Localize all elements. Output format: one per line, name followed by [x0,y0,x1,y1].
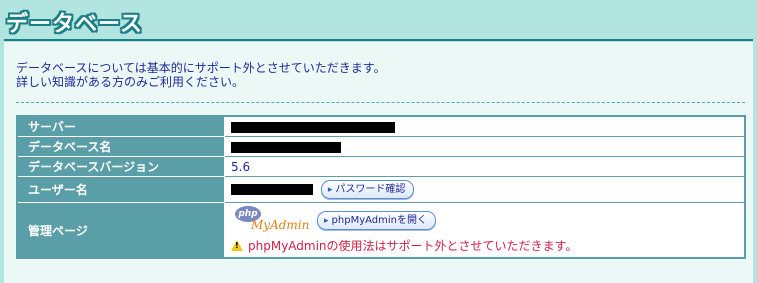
row-admin: 管理ページ php MyAdmin ▸phpMyAdminを開く phpMyAd… [16,202,746,259]
db-version-value: 5.6 [224,156,746,177]
content-panel: データベースについては基本的にサポート外とさせていただきます。 詳しい知識がある… [4,42,753,283]
db-name-value [224,136,746,157]
description-line-2: 詳しい知識がある方のみご利用ください。 [16,75,245,89]
user-value: ▸ パスワード確認 [224,176,746,203]
db-name-label: データベース名 [16,136,225,157]
admin-value: php MyAdmin ▸phpMyAdminを開く phpMyAdminの使用… [224,202,746,259]
chevron-right-icon: ▸ [327,185,333,195]
password-confirm-button[interactable]: ▸ パスワード確認 [320,180,415,199]
phpmyadmin-logo-text: MyAdmin [251,218,310,232]
description-line-1: データベースについては基本的にサポート外とさせていただきます。 [16,61,386,75]
row-server: サーバー [16,115,746,137]
row-user: ユーザー名 ▸ パスワード確認 [16,176,746,203]
redacted-db-name [231,141,341,153]
db-version-label: データベースバージョン [16,156,225,177]
row-db-name: データベース名 [16,136,746,157]
row-db-version: データベースバージョン 5.6 [16,156,746,177]
server-value [224,115,746,137]
dotted-divider [16,102,745,103]
description: データベースについては基本的にサポート外とさせていただきます。 詳しい知識がある… [16,61,386,89]
title-divider [4,39,753,41]
title-bar: データベース [0,0,757,40]
warning-icon [231,240,243,251]
database-info-table: サーバー データベース名 データベースバージョン 5.6 ユーザー名 ▸ パスワー… [16,115,746,259]
warning-text: phpMyAdminの使用法はサポート外とさせていただきます。 [248,239,578,253]
phpmyadmin-logo[interactable]: php MyAdmin [231,206,327,234]
redacted-user [231,184,313,195]
redacted-server [231,121,395,133]
admin-label: 管理ページ [16,202,225,259]
warning-message: phpMyAdminの使用法はサポート外とさせていただきます。 [231,237,744,254]
user-label: ユーザー名 [16,176,225,203]
open-phpmyadmin-button[interactable]: ▸ phpMyAdminを開く [317,210,436,230]
page-title: データベース [6,12,143,37]
server-label: サーバー [16,115,225,137]
